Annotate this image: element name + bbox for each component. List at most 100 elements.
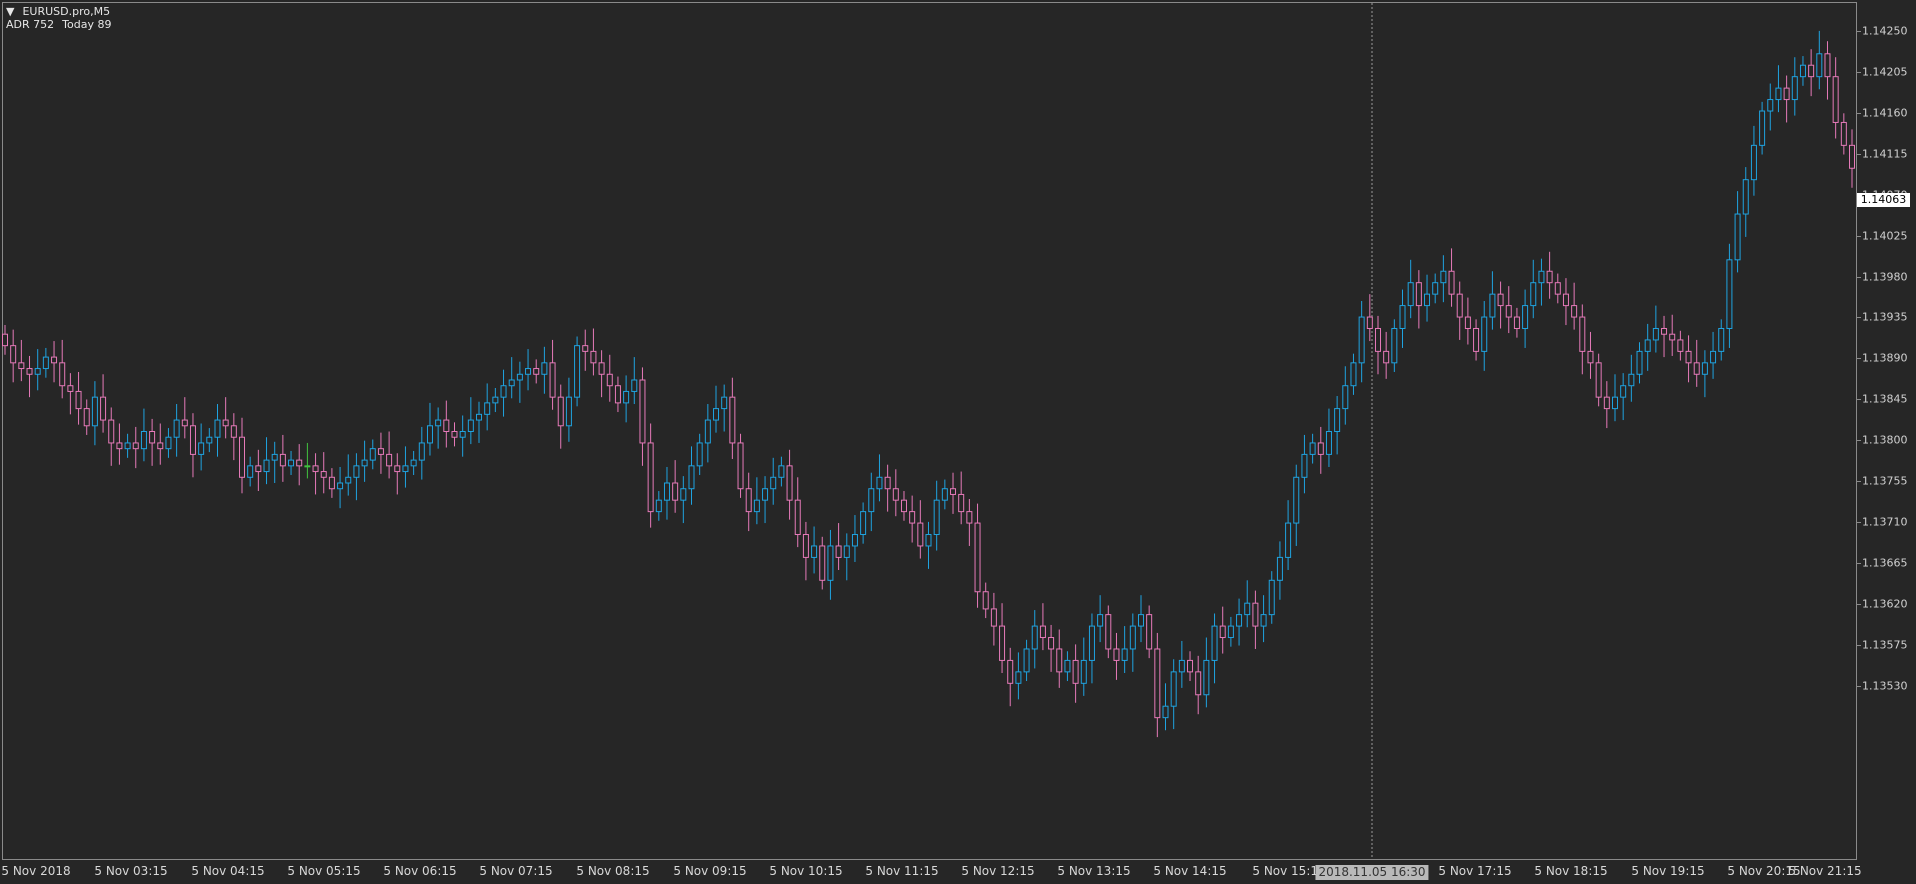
candle-body: [1791, 76, 1798, 101]
candle: [1595, 353, 1602, 407]
candle: [1530, 259, 1537, 319]
candle: [83, 399, 90, 435]
chart-window[interactable]: ▼ EURUSD.pro,M5 ADR 752 Today 89 1.14250…: [0, 0, 1916, 884]
candle-body: [1268, 579, 1275, 616]
price-tick-label: 1.13620: [1862, 597, 1908, 611]
candle-body: [418, 442, 425, 461]
candle-body: [1505, 305, 1512, 318]
candle: [18, 339, 25, 382]
candle-body: [1579, 316, 1586, 352]
candle: [1252, 590, 1259, 649]
candle-body: [1554, 282, 1561, 295]
candle-body: [1840, 121, 1847, 146]
candle-body: [737, 442, 744, 490]
price-tick-label: 1.13890: [1862, 351, 1908, 365]
candle: [1669, 314, 1676, 356]
candle-body: [1113, 648, 1120, 661]
candle: [631, 357, 638, 405]
candle-body: [1734, 213, 1741, 261]
candle-body: [1750, 144, 1757, 181]
candle-body: [974, 522, 981, 593]
candle: [1056, 629, 1063, 688]
candle-body: [1799, 64, 1806, 78]
candle-body: [459, 431, 466, 438]
candle-body: [1374, 327, 1381, 352]
candle-body: [1097, 614, 1104, 627]
candle-body: [1366, 316, 1373, 329]
candle-body: [132, 442, 139, 450]
candle: [1015, 652, 1022, 700]
candle-body: [271, 453, 278, 461]
candle: [1513, 307, 1520, 338]
time-axis[interactable]: 5 Nov 2018 5 Nov 03:15 5 Nov 04:15 5 Nov 05…: [0, 860, 1862, 884]
price-tick-label: 1.13935: [1862, 310, 1908, 324]
candle: [189, 413, 196, 478]
candle: [713, 385, 720, 433]
candle-body: [623, 390, 630, 404]
candle-body: [1595, 362, 1602, 398]
price-axis[interactable]: 1.142501.142051.141601.141151.140701.140…: [1857, 0, 1916, 860]
candle-body: [1244, 602, 1251, 616]
symbol-label: EURUSD.pro,M5: [22, 5, 111, 18]
candle: [1285, 500, 1292, 570]
candle: [1701, 350, 1708, 398]
candle-body: [1546, 270, 1553, 284]
candle: [1440, 255, 1447, 303]
candle-body: [1105, 614, 1112, 650]
candle: [1072, 644, 1079, 703]
candle-body: [1432, 282, 1439, 295]
candle: [786, 449, 793, 520]
candle: [1203, 637, 1210, 708]
candle: [1718, 319, 1725, 361]
candle-body: [819, 545, 826, 581]
candle-body: [443, 419, 450, 432]
candle-body: [296, 459, 303, 467]
candle-body: [1522, 305, 1529, 329]
candle: [1162, 683, 1169, 731]
candle: [1154, 632, 1161, 738]
candle: [484, 383, 491, 431]
candle-body: [966, 511, 973, 524]
candle-body: [606, 373, 613, 387]
candle: [1178, 640, 1185, 688]
candle: [623, 375, 630, 423]
candle: [565, 377, 572, 442]
candle: [1350, 353, 1357, 395]
candle: [1260, 595, 1267, 643]
candle: [1374, 315, 1381, 375]
candle-body: [900, 499, 907, 513]
candle: [982, 582, 989, 619]
candle: [1824, 41, 1831, 100]
candle: [394, 453, 401, 495]
candle: [1244, 580, 1251, 628]
candle-body: [1783, 87, 1790, 101]
candle-body: [1293, 476, 1300, 524]
price-tick-mark: [1857, 644, 1861, 646]
candle: [279, 434, 286, 482]
candle: [892, 469, 899, 517]
candle: [1211, 613, 1218, 684]
candle: [802, 521, 809, 581]
candle: [508, 357, 515, 399]
candle: [1432, 273, 1439, 304]
candle-body: [721, 396, 728, 410]
candle-body: [173, 419, 180, 438]
candle-body: [1473, 327, 1480, 352]
candle: [990, 592, 997, 646]
price-tick-label: 1.13980: [1862, 270, 1908, 284]
symbol-header: ▼ EURUSD.pro,M5 ADR 752 Today 89: [6, 5, 111, 31]
time-tick-label: 5 Nov 18:15: [1534, 864, 1608, 878]
candle-body: [1701, 362, 1708, 375]
candle: [1808, 49, 1815, 97]
candle: [1276, 541, 1283, 600]
candle: [1742, 167, 1749, 237]
candle: [1816, 30, 1823, 90]
collapse-triangle-icon[interactable]: ▼: [6, 5, 14, 18]
candle-body: [100, 396, 107, 421]
candle: [1840, 113, 1847, 155]
candle-body: [574, 345, 581, 398]
candle-body: [1170, 671, 1177, 707]
candle-body: [337, 482, 344, 490]
candle-body: [1775, 87, 1782, 101]
time-tick-label: 5 Nov 17:15: [1438, 864, 1512, 878]
